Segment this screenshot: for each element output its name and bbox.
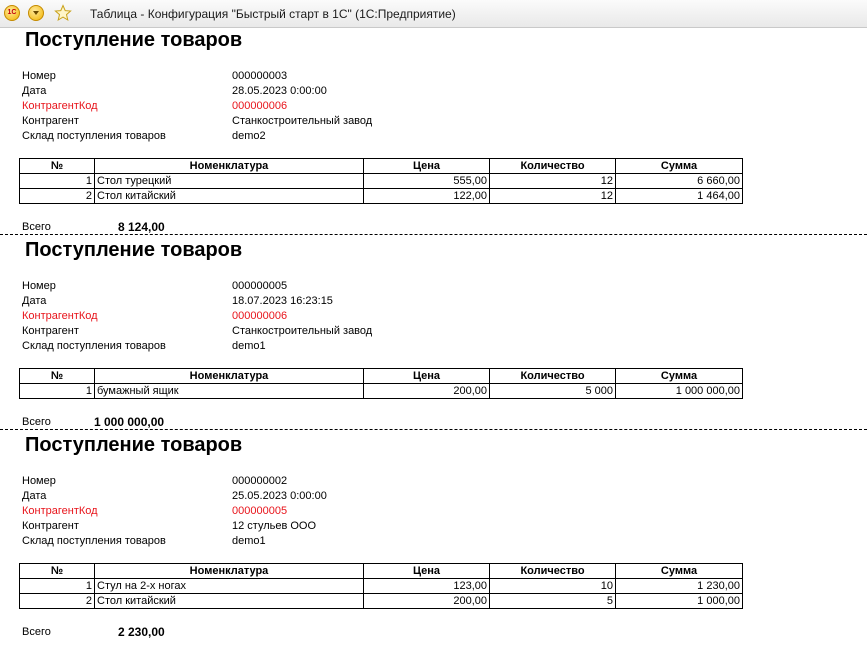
total-label: Всего: [22, 221, 51, 233]
date-label: Дата: [22, 85, 47, 97]
window-titlebar: 1С Таблица - Конфигурация "Быстрый старт…: [0, 0, 867, 28]
contractor-code-value: 000000006: [232, 100, 288, 112]
row-price: 555,00: [363, 173, 490, 189]
favorites-star-icon[interactable]: [54, 4, 72, 22]
number-label: Номер: [22, 70, 56, 82]
contractor-value: Станкостроительный завод: [232, 115, 373, 127]
table-row[interactable]: 2 Стол китайский 122,00 12 1 464,00: [19, 188, 743, 204]
column-header-sum: Сумма: [615, 368, 743, 384]
app-1c-icon[interactable]: 1С: [4, 5, 20, 21]
column-header-item: Номенклатура: [94, 563, 364, 579]
warehouse-label: Склад поступления товаров: [22, 535, 166, 547]
table-row[interactable]: 1 бумажный ящик 200,00 5 000 1 000 000,0…: [19, 383, 743, 399]
row-sum: 6 660,00: [615, 173, 743, 189]
number-value: 000000005: [232, 280, 288, 292]
contractor-label: Контрагент: [22, 520, 79, 532]
column-header-quantity: Количество: [489, 368, 616, 384]
row-sum: 1 000 000,00: [615, 383, 743, 399]
items-table: № Номенклатура Цена Количество Сумма 1 С…: [19, 158, 743, 204]
date-label: Дата: [22, 490, 47, 502]
row-number: 1: [19, 383, 95, 399]
contractor-label: Контрагент: [22, 325, 79, 337]
number-value: 000000003: [232, 70, 288, 82]
total-value: 8 124,00: [118, 220, 165, 234]
table-header-row: № Номенклатура Цена Количество Сумма: [19, 158, 743, 174]
row-quantity: 5 000: [489, 383, 616, 399]
contractor-value: 12 стульев ООО: [232, 520, 317, 532]
row-item: Стол китайский: [94, 188, 364, 204]
total-label: Всего: [22, 626, 51, 638]
warehouse-value: demo2: [232, 130, 266, 142]
number-label: Номер: [22, 475, 56, 487]
document-title: Поступление товаров: [25, 434, 243, 456]
date-value: 25.05.2023 0:00:00: [232, 490, 327, 502]
items-table: № Номенклатура Цена Количество Сумма 1 С…: [19, 563, 743, 609]
warehouse-label: Склад поступления товаров: [22, 340, 166, 352]
warehouse-value: demo1: [232, 535, 266, 547]
row-price: 122,00: [363, 188, 490, 204]
contractor-code-label: КонтрагентКод: [22, 310, 98, 322]
column-header-sum: Сумма: [615, 563, 743, 579]
row-quantity: 10: [489, 578, 616, 594]
row-item: бумажный ящик: [94, 383, 364, 399]
total-label: Всего: [22, 416, 51, 428]
column-header-item: Номенклатура: [94, 368, 364, 384]
table-row[interactable]: 1 Стул на 2-х ногах 123,00 10 1 230,00: [19, 578, 743, 594]
row-number: 1: [19, 578, 95, 594]
contractor-value: Станкостроительный завод: [232, 325, 373, 337]
row-quantity: 12: [489, 173, 616, 189]
column-header-number: №: [19, 563, 95, 579]
document-title: Поступление товаров: [25, 29, 243, 51]
date-value: 18.07.2023 16:23:15: [232, 295, 333, 307]
document-title: Поступление товаров: [25, 239, 243, 261]
spreadsheet-document[interactable]: Поступление товаров Номер 000000003 Дата…: [0, 27, 867, 658]
table-header-row: № Номенклатура Цена Количество Сумма: [19, 563, 743, 579]
date-value: 28.05.2023 0:00:00: [232, 85, 327, 97]
window-title: Таблица - Конфигурация "Быстрый старт в …: [90, 7, 456, 21]
contractor-code-value: 000000005: [232, 505, 288, 517]
items-table: № Номенклатура Цена Количество Сумма 1 б…: [19, 368, 743, 399]
column-header-quantity: Количество: [489, 158, 616, 174]
date-label: Дата: [22, 295, 47, 307]
table-row[interactable]: 2 Стол китайский 200,00 5 1 000,00: [19, 593, 743, 609]
contractor-code-value: 000000006: [232, 310, 288, 322]
row-item: Стол китайский: [94, 593, 364, 609]
row-item: Стол турецкий: [94, 173, 364, 189]
column-header-sum: Сумма: [615, 158, 743, 174]
column-header-price: Цена: [363, 158, 490, 174]
row-sum: 1 230,00: [615, 578, 743, 594]
row-number: 1: [19, 173, 95, 189]
contractor-code-label: КонтрагентКод: [22, 505, 98, 517]
number-value: 000000002: [232, 475, 288, 487]
row-sum: 1 000,00: [615, 593, 743, 609]
contractor-code-label: КонтрагентКод: [22, 100, 98, 112]
row-price: 200,00: [363, 593, 490, 609]
column-header-price: Цена: [363, 563, 490, 579]
row-sum: 1 464,00: [615, 188, 743, 204]
page-separator: [0, 429, 867, 430]
column-header-number: №: [19, 368, 95, 384]
column-header-number: №: [19, 158, 95, 174]
table-row[interactable]: 1 Стол турецкий 555,00 12 6 660,00: [19, 173, 743, 189]
row-quantity: 5: [489, 593, 616, 609]
warehouse-value: demo1: [232, 340, 266, 352]
column-header-quantity: Количество: [489, 563, 616, 579]
column-header-price: Цена: [363, 368, 490, 384]
row-item: Стул на 2-х ногах: [94, 578, 364, 594]
total-value: 2 230,00: [118, 625, 165, 639]
page-separator: [0, 234, 867, 235]
row-price: 200,00: [363, 383, 490, 399]
row-number: 2: [19, 593, 95, 609]
row-quantity: 12: [489, 188, 616, 204]
total-value: 1 000 000,00: [94, 415, 165, 429]
row-number: 2: [19, 188, 95, 204]
warehouse-label: Склад поступления товаров: [22, 130, 166, 142]
contractor-label: Контрагент: [22, 115, 79, 127]
number-label: Номер: [22, 280, 56, 292]
column-header-item: Номенклатура: [94, 158, 364, 174]
table-header-row: № Номенклатура Цена Количество Сумма: [19, 368, 743, 384]
row-price: 123,00: [363, 578, 490, 594]
main-menu-icon[interactable]: [28, 5, 44, 21]
